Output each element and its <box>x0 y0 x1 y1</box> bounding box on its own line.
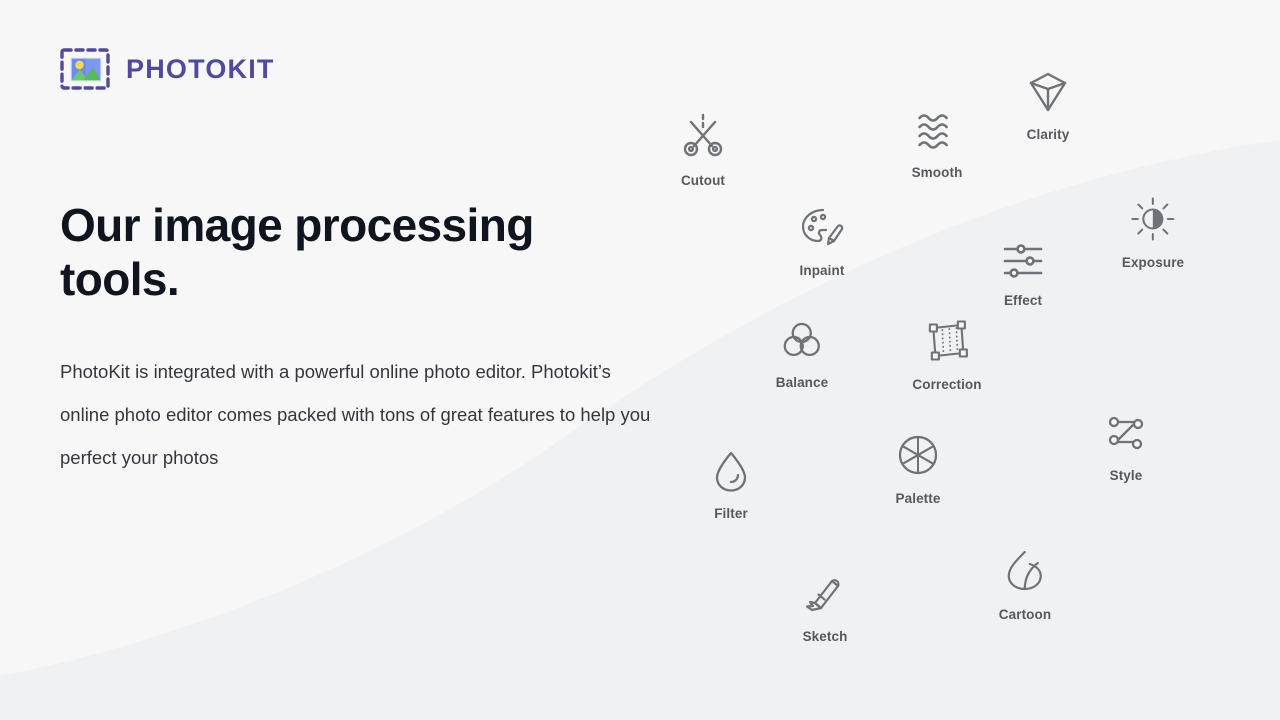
tool-item-smooth[interactable]: Smooth <box>912 110 963 180</box>
node-path-icon <box>1105 413 1147 460</box>
leaf-icon <box>1004 548 1046 599</box>
hero-paragraph: PhotoKit is integrated with a powerful o… <box>60 361 651 468</box>
tool-item-palette[interactable]: Palette <box>895 432 941 506</box>
tool-item-inpaint[interactable]: Inpaint <box>799 206 845 278</box>
sliders-icon <box>1000 242 1046 285</box>
diamond-icon <box>1025 70 1071 119</box>
tool-item-correction[interactable]: Correction <box>912 320 982 392</box>
tool-label: Clarity <box>1026 127 1070 142</box>
tool-item-exposure[interactable]: Exposure <box>1122 196 1184 270</box>
brand-logo[interactable]: PHOTOKIT <box>60 48 275 90</box>
perspective-grid-icon <box>925 320 969 369</box>
waves-icon <box>912 110 962 157</box>
tool-label: Palette <box>895 491 941 506</box>
paint-palette-icon <box>799 206 845 255</box>
tool-item-sketch[interactable]: Sketch <box>801 572 849 644</box>
tool-label: Smooth <box>911 165 963 180</box>
tool-label: Exposure <box>1121 255 1185 270</box>
page-title: Our image processing tools. <box>60 199 534 306</box>
tool-item-effect[interactable]: Effect <box>1000 242 1046 308</box>
tool-label: Sketch <box>802 629 848 644</box>
tool-item-style[interactable]: Style <box>1105 413 1147 483</box>
tool-label: Correction <box>912 377 982 392</box>
tool-label: Balance <box>775 375 829 390</box>
tool-item-cutout[interactable]: Cutout <box>678 110 728 188</box>
tool-label: Inpaint <box>799 263 845 278</box>
image-placeholder-dashed-icon <box>60 48 112 90</box>
water-drop-icon <box>712 449 750 498</box>
tool-label: Filter <box>714 506 748 521</box>
brand-name: PHOTOKIT <box>126 53 275 84</box>
pencil-icon <box>801 572 849 621</box>
tool-item-cartoon[interactable]: Cartoon <box>999 548 1051 622</box>
scissors-icon <box>678 110 728 165</box>
tool-item-clarity[interactable]: Clarity <box>1025 70 1071 142</box>
tool-label: Cutout <box>680 173 726 188</box>
venn-circles-icon <box>781 320 823 367</box>
tool-label: Style <box>1109 468 1143 483</box>
tool-item-balance[interactable]: Balance <box>776 320 828 390</box>
tool-item-filter[interactable]: Filter <box>712 449 750 521</box>
tool-label: Effect <box>1003 293 1043 308</box>
brightness-sun-icon <box>1130 196 1176 247</box>
page-root: PHOTOKIT Our image processing tools. Pho… <box>0 0 1280 720</box>
tool-label: Cartoon <box>998 607 1052 622</box>
aperture-icon <box>895 432 941 483</box>
